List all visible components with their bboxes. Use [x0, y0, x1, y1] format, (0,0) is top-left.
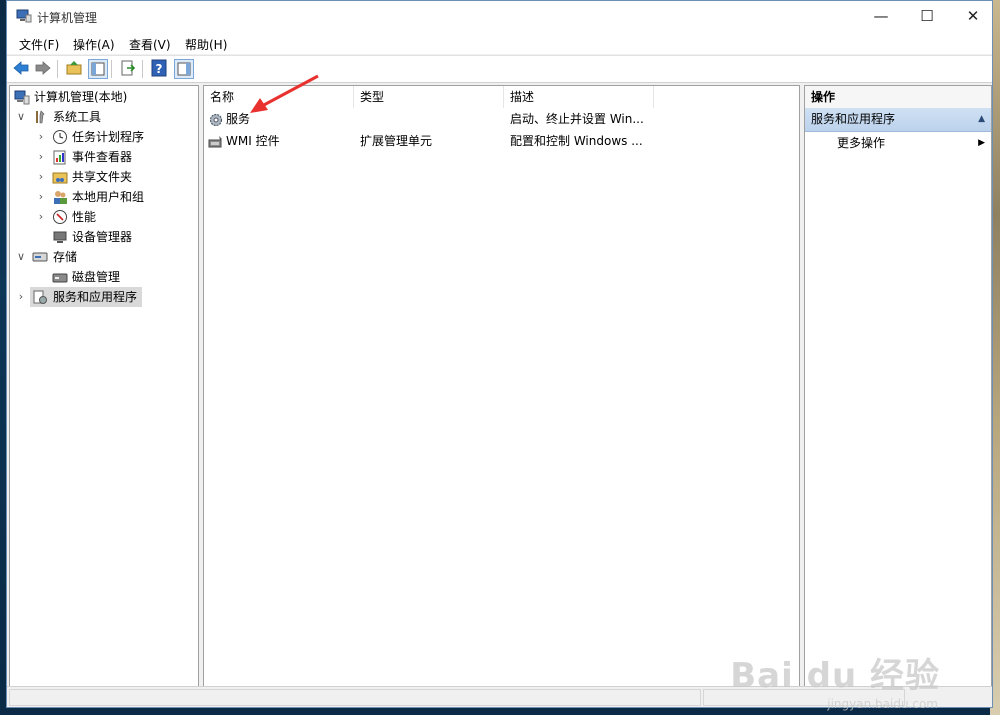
list-item-description: 启动、终止并设置 Win... — [510, 112, 644, 126]
action-section-label: 服务和应用程序 — [811, 112, 896, 126]
toolbar-separator — [142, 60, 143, 78]
tree-label: 服务和应用程序 — [53, 290, 138, 304]
gear-icon — [209, 113, 223, 127]
watermark-text: Bai du 经验 — [730, 656, 940, 696]
shared-folder-icon — [52, 172, 68, 184]
export-list-icon[interactable] — [119, 59, 137, 77]
tree-item-services-apps[interactable]: › 服务和应用程序 — [10, 287, 142, 307]
menu-file[interactable]: 文件(F) — [19, 36, 59, 53]
list-item-type: 扩展管理单元 — [360, 134, 433, 148]
status-cell — [9, 689, 701, 706]
action-section-services-apps[interactable]: 服务和应用程序 ▲ — [805, 108, 991, 132]
event-log-icon — [53, 150, 66, 165]
computer-management-icon — [14, 90, 30, 105]
show-hide-console-tree-icon[interactable] — [88, 59, 108, 79]
device-manager-icon — [53, 231, 67, 243]
forward-arrow-icon[interactable] — [34, 59, 52, 77]
clock-icon — [53, 130, 67, 144]
list-item-name: WMI 控件 — [226, 134, 280, 148]
expand-chevron-right-icon[interactable]: › — [36, 167, 46, 187]
window-title: 计算机管理 — [37, 11, 98, 25]
expand-chevron-right-icon[interactable]: › — [36, 207, 46, 227]
collapse-triangle-icon[interactable]: ▲ — [978, 108, 985, 131]
column-header-type[interactable]: 类型 — [354, 86, 504, 108]
expand-chevron-right-icon[interactable]: › — [36, 127, 46, 147]
expand-chevron-right-icon[interactable]: › — [36, 147, 46, 167]
computer-management-icon — [16, 9, 32, 23]
toolbar-separator — [111, 60, 112, 78]
maximize-button[interactable]: ☐ — [904, 1, 950, 32]
tree-label: 本地用户和组 — [72, 190, 145, 204]
menu-view[interactable]: 查看(V) — [129, 36, 171, 53]
more-actions-item[interactable]: 更多操作 ▶ — [805, 132, 991, 154]
tree-label: 计算机管理(本地) — [34, 90, 128, 104]
column-header-description[interactable]: 描述 — [504, 86, 654, 108]
tree-label: 磁盘管理 — [72, 270, 121, 284]
tree-label: 任务计划程序 — [72, 130, 145, 144]
back-arrow-icon[interactable] — [12, 59, 30, 77]
toolbar: ? — [7, 55, 992, 83]
services-apps-icon — [33, 290, 47, 304]
expand-chevron-down-icon[interactable]: ∨ — [16, 107, 26, 127]
more-actions-label: 更多操作 — [837, 136, 886, 150]
expand-chevron-right-icon[interactable]: › — [36, 187, 46, 207]
performance-gauge-icon — [53, 210, 67, 224]
menu-action[interactable]: 操作(A) — [73, 36, 115, 53]
tree-label: 存储 — [53, 250, 78, 264]
help-icon[interactable]: ? — [150, 59, 168, 77]
show-hide-action-pane-icon[interactable] — [174, 59, 194, 79]
wmi-control-icon — [208, 136, 222, 148]
storage-icon — [32, 252, 48, 262]
list-item-description: 配置和控制 Windows ... — [510, 134, 643, 148]
content-list-pane: 名称 类型 描述 服务 启动、终止并设置 Win... WMI 控件 扩展管理单… — [203, 85, 800, 687]
minimize-button[interactable]: — — [858, 1, 904, 32]
action-pane-header: 操作 — [805, 86, 991, 109]
close-button[interactable]: ✕ — [950, 1, 996, 32]
annotation-arrow-icon — [250, 74, 319, 113]
console-tree-pane: 计算机管理(本地) ∨ 系统工具 › 任务计划程序 › 事件查看器 › 共享文件… — [9, 85, 199, 687]
computer-management-window: 计算机管理 — ☐ ✕ 文件(F) 操作(A) 查看(V) 帮助(H) ? 计算… — [6, 0, 993, 708]
expand-chevron-down-icon[interactable]: ∨ — [16, 247, 26, 267]
watermark-logo: Bai du 经验 — [730, 648, 940, 697]
submenu-triangle-icon: ▶ — [978, 138, 985, 148]
action-pane: 操作 服务和应用程序 ▲ 更多操作 ▶ — [804, 85, 992, 687]
tree-label: 共享文件夹 — [72, 170, 133, 184]
menu-help[interactable]: 帮助(H) — [185, 36, 227, 53]
users-icon — [54, 191, 67, 204]
toolbar-separator — [57, 60, 58, 78]
watermark-url: jingyan.baidu.com — [827, 697, 938, 711]
expand-chevron-right-icon[interactable]: › — [16, 287, 26, 307]
list-item-wmi-control[interactable]: WMI 控件 扩展管理单元 配置和控制 Windows ... — [204, 131, 799, 152]
tree-label: 性能 — [72, 210, 97, 224]
disk-icon — [52, 273, 68, 283]
tree-label: 设备管理器 — [72, 230, 133, 244]
title-bar: 计算机管理 — ☐ ✕ — [7, 1, 992, 32]
tools-icon — [36, 110, 45, 124]
svg-text:?: ? — [156, 62, 163, 76]
up-folder-icon[interactable] — [65, 59, 83, 77]
tree-label: 系统工具 — [53, 110, 102, 124]
menu-bar: 文件(F) 操作(A) 查看(V) 帮助(H) — [7, 32, 992, 54]
tree-label: 事件查看器 — [72, 150, 133, 164]
